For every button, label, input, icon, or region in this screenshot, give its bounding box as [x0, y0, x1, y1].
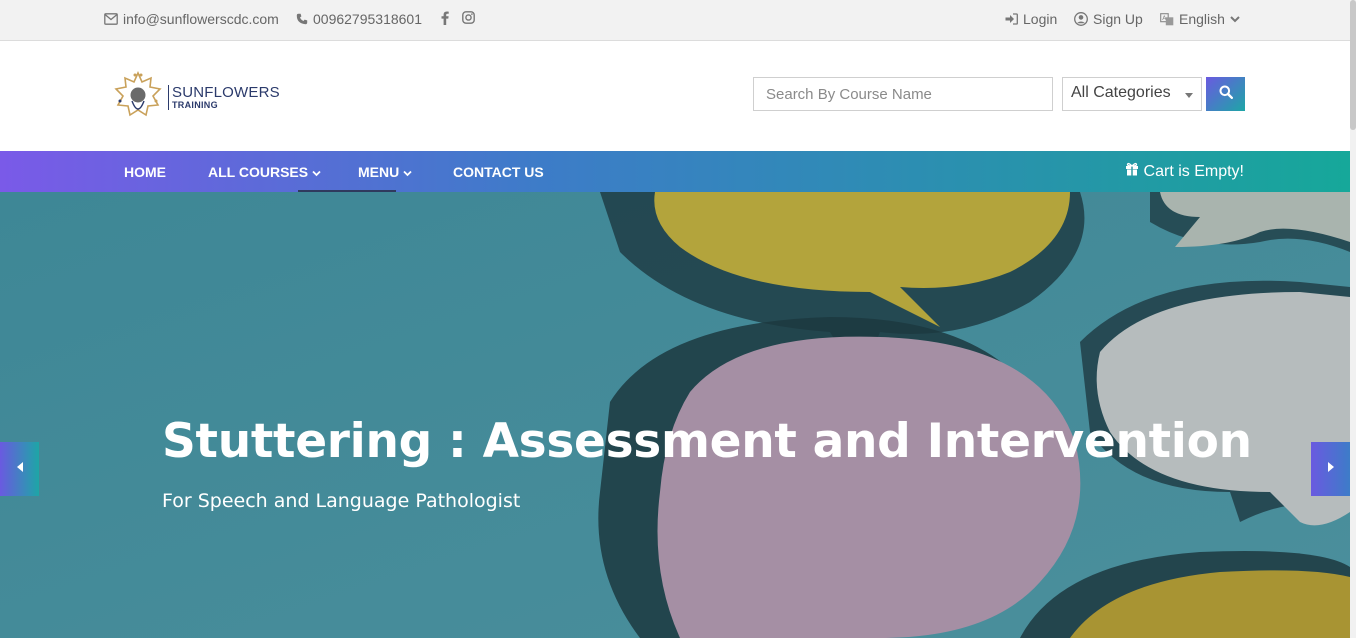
scrollbar-thumb[interactable] [1350, 0, 1356, 130]
hero-subtitle: For Speech and Language Pathologist [162, 490, 521, 512]
nav-home-label: HOME [124, 163, 166, 180]
envelope-icon [104, 13, 118, 25]
nav-all-courses-label: ALL COURSES [208, 163, 309, 180]
site-header: SUNFLOWERS TRAINING All Categories [0, 41, 1350, 151]
slider-prev-button[interactable] [0, 442, 39, 496]
course-search-input[interactable] [753, 77, 1053, 111]
search-icon [1219, 85, 1233, 104]
sunflower-logo-icon [112, 68, 164, 127]
signup-text: Sign Up [1093, 11, 1143, 27]
sign-in-icon [1005, 13, 1018, 25]
login-text: Login [1023, 11, 1058, 27]
category-select[interactable]: All Categories [1062, 77, 1202, 111]
cart-text: Cart is Empty! [1143, 162, 1244, 180]
nav-all-courses[interactable]: ALL COURSES [208, 151, 321, 192]
page-scrollbar[interactable] [1350, 0, 1356, 638]
top-bar: info@sunflowerscdc.com 00962795318601 Lo… [0, 0, 1350, 41]
phone-icon [296, 13, 308, 25]
hero-title: Stuttering : Assessment and Intervention [162, 414, 1252, 469]
nav-menu-label: MENU [358, 163, 400, 180]
category-selected-value: All Categories [1071, 84, 1171, 101]
language-text: English [1179, 11, 1225, 27]
language-selector[interactable]: A English [1160, 11, 1240, 27]
logo-line2: TRAINING [172, 100, 218, 110]
nav-contact-us[interactable]: CONTACT US [453, 151, 544, 192]
facebook-icon[interactable] [441, 11, 449, 25]
nav-contact-us-label: CONTACT US [453, 163, 544, 180]
site-logo[interactable]: SUNFLOWERS TRAINING [112, 68, 280, 127]
signup-link[interactable]: Sign Up [1074, 11, 1143, 27]
nav-menu[interactable]: MENU [358, 151, 412, 192]
logo-line1: SUNFLOWERS [172, 84, 280, 101]
login-link[interactable]: Login [1005, 11, 1057, 27]
language-icon: A [1160, 12, 1174, 26]
logo-wordmark: SUNFLOWERS TRAINING [168, 85, 280, 110]
email-link[interactable]: info@sunflowerscdc.com [104, 11, 279, 27]
caret-down-icon [1185, 93, 1193, 98]
phone-text: 00962795318601 [313, 11, 423, 27]
nav-home[interactable]: HOME [124, 151, 166, 192]
search-button[interactable] [1206, 77, 1245, 111]
chevron-down-icon [312, 164, 321, 180]
cart-link[interactable]: Cart is Empty! [1125, 151, 1244, 192]
email-text: info@sunflowerscdc.com [123, 11, 279, 27]
instagram-icon[interactable] [462, 11, 475, 24]
user-circle-icon [1074, 12, 1088, 26]
gift-icon [1125, 162, 1139, 181]
caret-left-icon [16, 460, 24, 478]
hero-slider: Stuttering : Assessment and Intervention… [0, 192, 1350, 638]
caret-right-icon [1327, 460, 1335, 478]
main-navigation: HOME ALL COURSES MENU CONTACT US Cart is… [0, 151, 1350, 192]
chevron-down-icon [403, 164, 412, 180]
phone-link[interactable]: 00962795318601 [296, 11, 422, 27]
chevron-down-icon [1230, 15, 1240, 23]
slider-next-button[interactable] [1311, 442, 1350, 496]
